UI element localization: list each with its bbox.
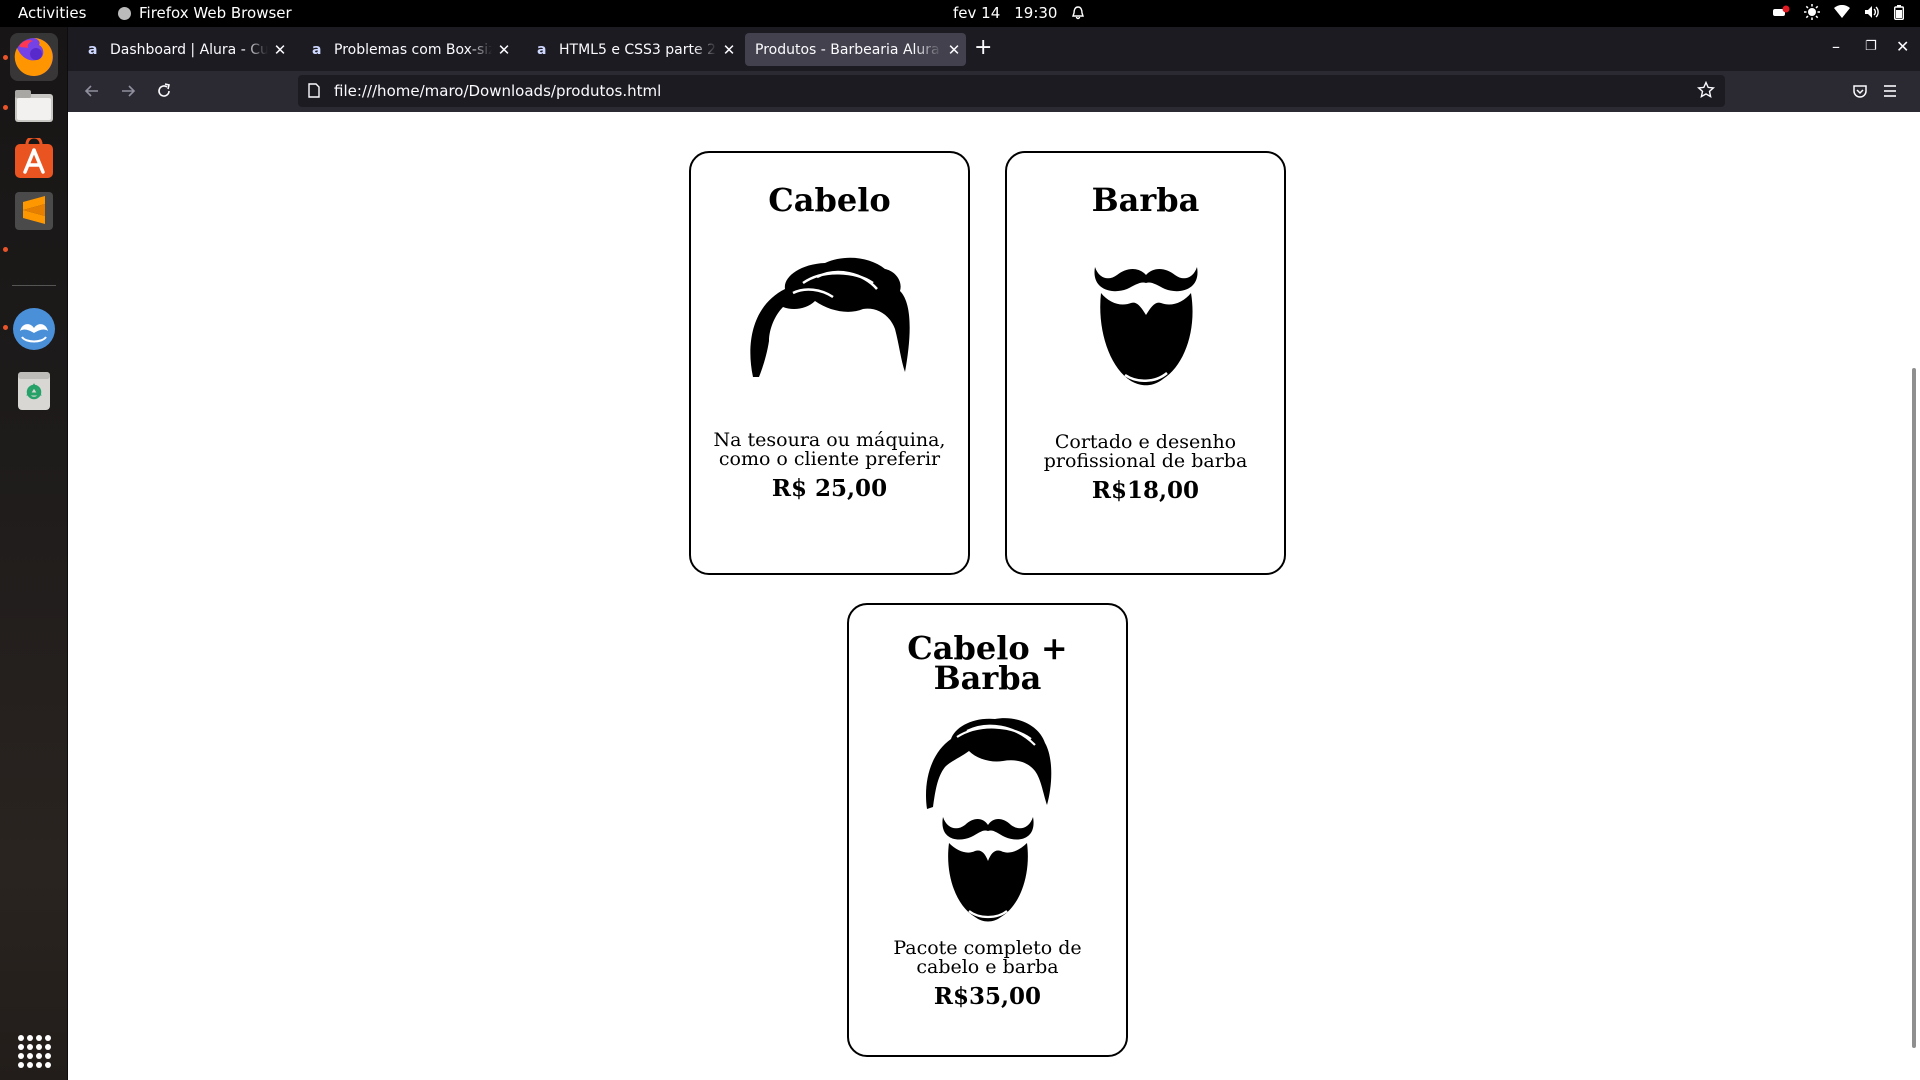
forward-arrow-icon[interactable] bbox=[116, 79, 140, 103]
product-title-line2: Barba bbox=[933, 659, 1042, 697]
close-tab-icon[interactable]: ✕ bbox=[268, 41, 292, 59]
product-description-line2: profissional de barba bbox=[1043, 450, 1248, 472]
dock-trash[interactable] bbox=[10, 367, 58, 415]
product-title: Barba bbox=[1091, 181, 1200, 219]
date-text: fev 14 bbox=[953, 4, 1001, 22]
product-card-cabelo-barba: Cabelo + Barba Pacote completo de cabelo… bbox=[847, 603, 1128, 1057]
volume-icon[interactable] bbox=[1864, 5, 1880, 19]
alura-favicon: a bbox=[312, 41, 322, 58]
app-grid-icon bbox=[18, 1035, 51, 1068]
tab-produtos[interactable]: Produtos - Barbearia Alura ✕ bbox=[745, 33, 966, 66]
alura-favicon: a bbox=[537, 41, 547, 58]
product-price: R$18,00 bbox=[1091, 477, 1200, 504]
dock-running-indicator bbox=[3, 325, 8, 330]
trash-icon bbox=[18, 372, 50, 410]
tab-title: Problemas com Box-sizing bbox=[334, 41, 492, 58]
dock-separator bbox=[12, 285, 56, 286]
product-card-cabelo: Cabelo Na tesoura ou máquina, como o cli… bbox=[689, 151, 970, 575]
product-price: R$35,00 bbox=[933, 983, 1042, 1010]
url-text[interactable]: file:///home/maro/Downloads/produtos.htm… bbox=[334, 82, 661, 100]
product-title: Cabelo bbox=[768, 181, 891, 219]
sublime-text-icon bbox=[15, 192, 53, 230]
url-bar[interactable]: file:///home/maro/Downloads/produtos.htm… bbox=[298, 75, 1725, 107]
reload-icon[interactable] bbox=[152, 79, 176, 103]
show-applications-button[interactable] bbox=[17, 1034, 51, 1068]
software-store-icon bbox=[15, 138, 53, 178]
hair-and-beard-icon bbox=[925, 718, 1051, 922]
pocket-icon[interactable] bbox=[1848, 79, 1872, 103]
firefox-icon bbox=[14, 38, 53, 76]
accessibility-alert-icon[interactable] bbox=[1772, 5, 1790, 19]
new-tab-plus-icon[interactable]: + bbox=[974, 37, 992, 59]
page-scrollbar[interactable] bbox=[1912, 368, 1916, 1048]
tab-bar: a Dashboard | Alura - Curso ✕ a Problema… bbox=[68, 27, 1920, 71]
bookmark-star-icon[interactable] bbox=[1697, 81, 1715, 99]
navigation-toolbar: file:///home/maro/Downloads/produtos.htm… bbox=[68, 71, 1920, 112]
firefox-small-icon bbox=[118, 6, 131, 20]
product-card-barba: Barba Cortado e desenho profissional de … bbox=[1005, 151, 1286, 575]
close-tab-icon[interactable]: ✕ bbox=[492, 41, 516, 59]
dock-firefox[interactable] bbox=[10, 33, 58, 81]
dock-barbearia-app[interactable] bbox=[10, 305, 58, 353]
dock-running-indicator bbox=[3, 247, 8, 252]
tab-title: HTML5 e CSS3 parte 2: Po bbox=[559, 41, 717, 58]
system-tray[interactable] bbox=[1772, 4, 1904, 20]
product-description-line2: cabelo e barba bbox=[916, 956, 1059, 978]
alura-favicon: a bbox=[88, 41, 98, 58]
tab-dashboard[interactable]: a Dashboard | Alura - Curso ✕ bbox=[74, 33, 292, 66]
activities-button[interactable]: Activities bbox=[18, 4, 86, 22]
clock[interactable]: fev 14 19:30 bbox=[953, 4, 1085, 22]
system-top-bar: Activities Firefox Web Browser fev 14 19… bbox=[0, 0, 1920, 27]
files-icon bbox=[15, 90, 53, 122]
dock-running-indicator bbox=[3, 55, 8, 60]
tab-title: Dashboard | Alura - Curso bbox=[110, 41, 268, 58]
battery-icon[interactable] bbox=[1894, 4, 1904, 20]
close-tab-icon[interactable]: ✕ bbox=[717, 41, 741, 59]
app-menu[interactable]: Firefox Web Browser bbox=[118, 4, 292, 22]
night-light-icon[interactable] bbox=[1804, 4, 1820, 20]
product-price: R$ 25,00 bbox=[771, 475, 888, 502]
alarm-bell-icon bbox=[1072, 6, 1085, 20]
dock-files[interactable] bbox=[10, 83, 58, 131]
tab-title: Produtos - Barbearia Alura bbox=[755, 41, 940, 58]
hair-icon bbox=[749, 257, 910, 377]
hamburger-menu-icon[interactable] bbox=[1878, 79, 1902, 103]
restore-window-icon[interactable]: ❐ bbox=[1865, 39, 1877, 54]
time-text: 19:30 bbox=[1014, 4, 1058, 22]
product-description-line2: como o cliente preferir bbox=[718, 448, 941, 470]
page-viewport: Cabelo Na tesoura ou máquina, como o cli… bbox=[68, 112, 1920, 1080]
minimize-window-icon[interactable]: – bbox=[1832, 37, 1840, 56]
dock-running-indicator bbox=[3, 105, 8, 110]
page-icon[interactable] bbox=[308, 83, 320, 98]
tab-box-sizing[interactable]: a Problemas com Box-sizing ✕ bbox=[298, 33, 516, 66]
mustache-app-icon bbox=[13, 308, 55, 350]
back-arrow-icon[interactable] bbox=[80, 79, 104, 103]
app-name: Firefox Web Browser bbox=[139, 4, 292, 22]
close-window-icon[interactable]: ✕ bbox=[1896, 37, 1909, 56]
dock-ubuntu-software[interactable] bbox=[10, 135, 58, 183]
dock-sublime-text[interactable] bbox=[10, 187, 58, 235]
wifi-icon[interactable] bbox=[1834, 5, 1850, 19]
close-tab-icon[interactable]: ✕ bbox=[942, 41, 966, 59]
beard-icon bbox=[1093, 267, 1198, 386]
tab-html5-css3[interactable]: a HTML5 e CSS3 parte 2: Po ✕ bbox=[523, 33, 741, 66]
dock bbox=[0, 27, 68, 1080]
